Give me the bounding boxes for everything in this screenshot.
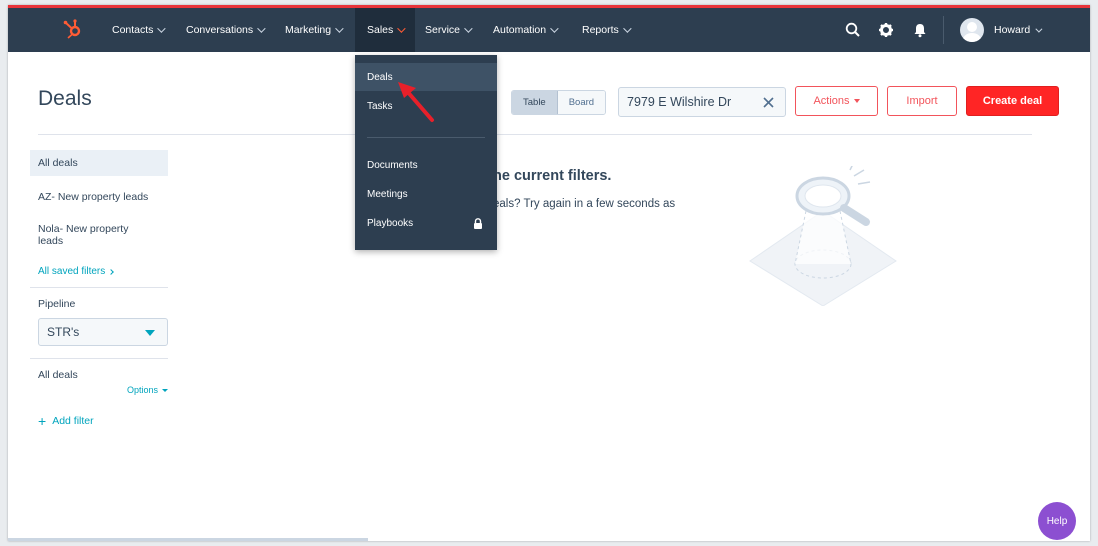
- nav-label: Conversations: [186, 24, 254, 36]
- search-input[interactable]: 7979 E Wilshire Dr: [618, 87, 786, 117]
- nav-label: Automation: [493, 24, 547, 36]
- header-divider: [38, 134, 1032, 135]
- user-name-label: Howard: [994, 24, 1031, 36]
- top-navigation: Contacts Conversations Marketing Sales S…: [8, 8, 1090, 52]
- user-menu[interactable]: Howard: [994, 8, 1043, 52]
- view-toggle: Table Board: [511, 90, 607, 115]
- add-filter-button[interactable]: + Add filter: [30, 395, 168, 429]
- chevron-down-icon: [622, 24, 632, 33]
- annotation-arrow-icon: [398, 82, 434, 122]
- chevron-down-icon: [257, 24, 266, 33]
- search-icon[interactable]: [844, 21, 862, 39]
- help-button[interactable]: Help: [1038, 502, 1076, 540]
- magnifying-glass-illustration-icon: [749, 166, 897, 306]
- chevron-down-icon: [464, 24, 473, 33]
- menu-item-documents[interactable]: Documents: [355, 151, 497, 179]
- gear-icon[interactable]: [877, 21, 895, 39]
- caret-down-icon: [145, 330, 155, 336]
- horizontal-scrollbar[interactable]: [8, 538, 368, 541]
- nav-conversations[interactable]: Conversations: [186, 8, 266, 52]
- plus-icon: +: [38, 413, 47, 429]
- sidebar-item-all-deals[interactable]: All deals: [30, 150, 168, 176]
- empty-state-title: ne current filters.: [493, 168, 612, 184]
- chevron-down-icon: [157, 24, 167, 33]
- hubspot-logo-icon[interactable]: [62, 18, 84, 40]
- empty-state-text: eals? Try again in a few seconds as: [493, 198, 676, 210]
- search-input-value: 7979 E Wilshire Dr: [627, 95, 732, 109]
- sidebar-item-az-leads[interactable]: AZ- New property leads: [30, 184, 168, 210]
- sidebar-divider: [30, 287, 168, 288]
- chevron-down-icon: [397, 24, 406, 33]
- caret-down-icon: [853, 99, 860, 103]
- chevron-right-icon: [108, 268, 115, 275]
- nav-divider: [943, 16, 944, 44]
- options-label: Options: [126, 385, 158, 395]
- nav-sales[interactable]: Sales: [355, 8, 416, 52]
- menu-item-playbooks[interactable]: Playbooks: [355, 209, 497, 237]
- saved-filters-label: All saved filters: [38, 266, 106, 277]
- nav-contacts[interactable]: Contacts: [112, 8, 167, 52]
- chevron-down-icon: [550, 24, 559, 33]
- pipeline-label: Pipeline: [38, 298, 76, 310]
- chevron-down-icon: [335, 24, 344, 33]
- import-button[interactable]: Import: [887, 86, 957, 116]
- table-view-button[interactable]: Table: [512, 91, 558, 114]
- all-saved-filters-link[interactable]: All saved filters: [30, 260, 168, 283]
- lock-icon: [474, 218, 482, 229]
- app-window: Contacts Conversations Marketing Sales S…: [8, 5, 1090, 541]
- avatar[interactable]: [960, 18, 984, 42]
- create-deal-button[interactable]: Create deal: [966, 86, 1059, 116]
- close-icon[interactable]: [762, 96, 775, 109]
- nav-label: Service: [425, 24, 461, 36]
- filter-title: All deals: [38, 369, 78, 381]
- sidebar: All deals AZ- New property leads Nola- N…: [30, 150, 168, 429]
- options-dropdown[interactable]: Options: [30, 385, 168, 395]
- nav-marketing[interactable]: Marketing: [285, 8, 344, 52]
- sidebar-divider: [30, 358, 168, 359]
- nav-label: Reports: [582, 24, 619, 36]
- nav-label: Contacts: [112, 24, 154, 36]
- pipeline-select[interactable]: STR's: [38, 318, 168, 346]
- sidebar-item-nola-leads[interactable]: Nola- New property leads: [30, 216, 148, 254]
- pipeline-select-value: STR's: [47, 325, 80, 339]
- playbooks-label: Playbooks: [367, 217, 414, 229]
- caret-down-icon: [162, 388, 168, 392]
- actions-label: Actions: [813, 95, 850, 107]
- menu-divider: [367, 137, 485, 138]
- page-title: Deals: [38, 87, 92, 110]
- actions-button[interactable]: Actions: [795, 86, 878, 116]
- chevron-down-icon: [1035, 25, 1043, 33]
- board-view-button[interactable]: Board: [557, 91, 606, 114]
- nav-label: Marketing: [285, 24, 332, 36]
- nav-label: Sales: [367, 24, 394, 36]
- menu-item-meetings[interactable]: Meetings: [355, 180, 497, 208]
- add-filter-label: Add filter: [52, 415, 94, 427]
- bell-icon[interactable]: [911, 21, 929, 39]
- nav-reports[interactable]: Reports: [582, 8, 632, 52]
- nav-automation[interactable]: Automation: [493, 8, 559, 52]
- nav-service[interactable]: Service: [425, 8, 473, 52]
